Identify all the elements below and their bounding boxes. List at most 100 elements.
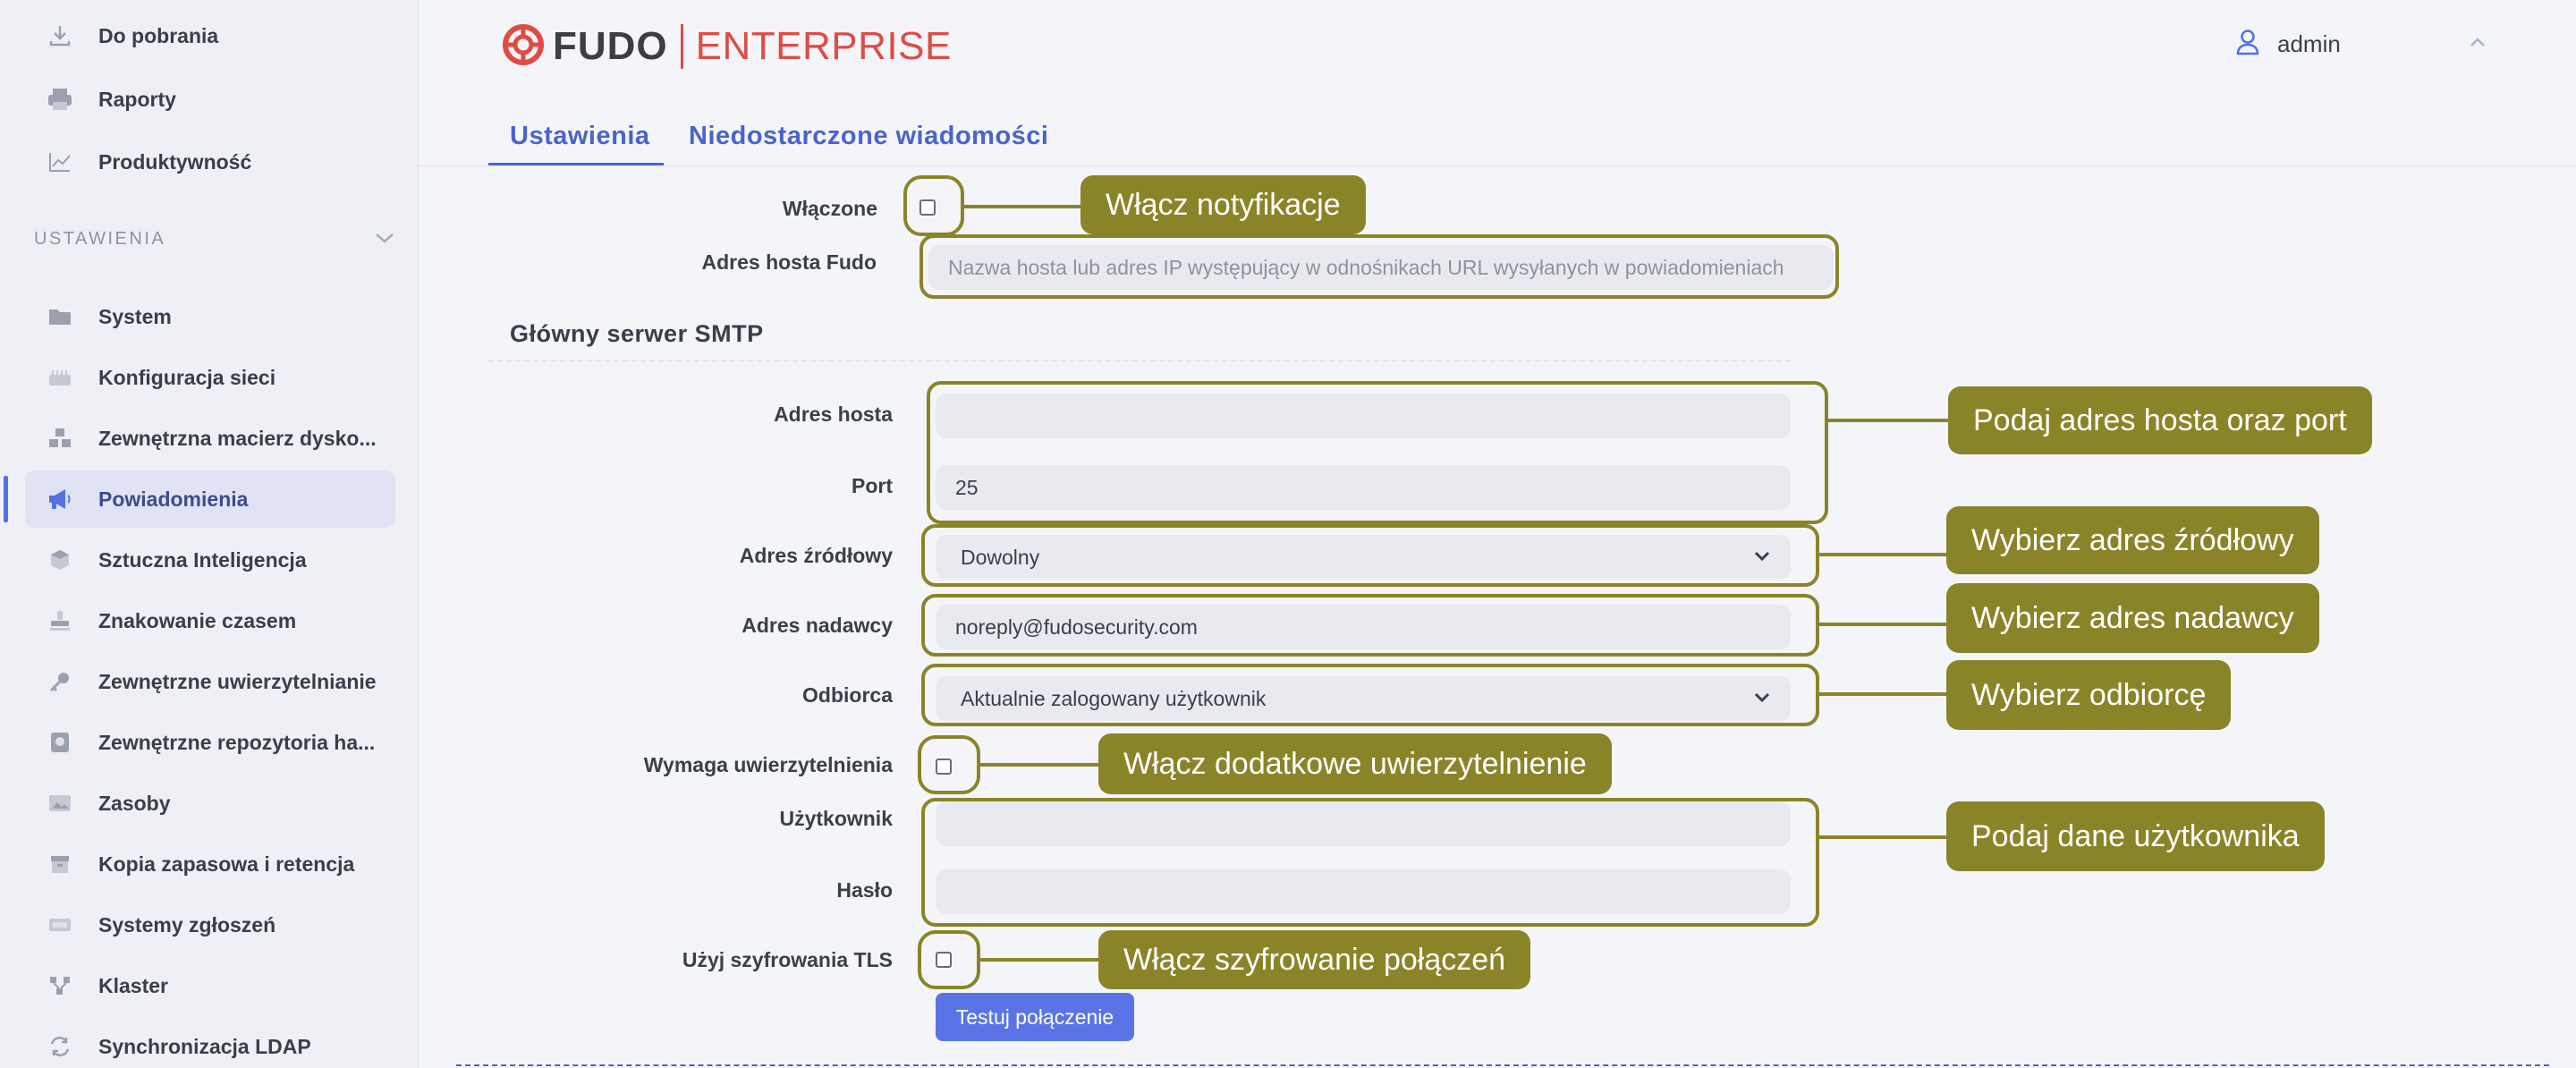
- section-divider: [488, 360, 1791, 361]
- sidebar-item-downloads[interactable]: Do pobrania: [25, 7, 395, 64]
- smtp-section-title: Główny serwer SMTP: [510, 320, 764, 347]
- image-icon: [45, 790, 75, 817]
- enabled-label: Włączone: [782, 197, 877, 220]
- key-icon: [45, 668, 75, 695]
- callout-host-port: Podaj adres hosta oraz port: [1948, 386, 2372, 454]
- storage-icon: [45, 425, 75, 452]
- highlight-credentials: [921, 798, 1819, 927]
- sidebar-item-ticket-systems[interactable]: Systemy zgłoszeń: [25, 896, 395, 954]
- callout-tls: Włącz szyfrowanie połączeń: [1098, 930, 1531, 989]
- host-label: Adres hosta: [774, 403, 893, 426]
- download-icon: [45, 22, 75, 49]
- sidebar-item-label: Klaster: [98, 973, 168, 997]
- sidebar-item-label: Do pobrania: [98, 23, 219, 47]
- sidebar-item-backup[interactable]: Kopia zapasowa i retencja: [25, 835, 395, 893]
- ai-cube-icon: [45, 547, 75, 573]
- sidebar-item-label: Zewnętrzne uwierzytelnianie: [98, 669, 377, 693]
- folder-icon: [45, 303, 75, 330]
- callout-recipient: Wybierz odbiorcę: [1946, 660, 2232, 730]
- requires-auth-label: Wymaga uwierzytelnienia: [643, 753, 893, 776]
- network-icon: [45, 364, 75, 391]
- megaphone-icon: [45, 486, 75, 513]
- highlight-sender-address: [921, 594, 1819, 657]
- sidebar-item-storage[interactable]: Zewnętrzna macierz dysko...: [25, 410, 395, 467]
- sidebar-item-label: Kopia zapasowa i retencja: [98, 852, 355, 876]
- sidebar: Do pobrania Raporty Produktywność USTAWI…: [0, 0, 419, 1068]
- sidebar-item-network[interactable]: Konfiguracja sieci: [25, 349, 395, 406]
- sidebar-item-label: Systemy zgłoszeń: [98, 912, 276, 937]
- highlight-enabled: [903, 175, 964, 236]
- highlight-recipient: [921, 664, 1819, 726]
- fudo-host-label: Adres hosta Fudo: [701, 250, 877, 274]
- sidebar-item-label: Zewnętrzne repozytoria ha...: [98, 730, 376, 754]
- sender-address-label: Adres nadawcy: [741, 614, 893, 637]
- sidebar-item-label: Produktywność: [98, 149, 252, 174]
- sidebar-item-password-vaults[interactable]: Zewnętrzne repozytoria ha...: [25, 714, 395, 771]
- callout-sender: Wybierz adres nadawcy: [1946, 583, 2319, 653]
- callout-connector: [1819, 623, 1948, 626]
- sidebar-item-timestamping[interactable]: Znakowanie czasem: [25, 592, 395, 649]
- highlight-source-address: [921, 524, 1819, 587]
- sidebar-item-system[interactable]: System: [25, 288, 395, 345]
- sidebar-item-productivity[interactable]: Produktywność: [25, 133, 395, 191]
- sidebar-item-ldap-sync[interactable]: Synchronizacja LDAP: [25, 1018, 395, 1068]
- sidebar-item-label: Konfiguracja sieci: [98, 365, 276, 389]
- user-icon: [2236, 29, 2259, 60]
- sidebar-item-ai[interactable]: Sztuczna Inteligencja: [25, 531, 395, 589]
- callout-connector: [964, 205, 1082, 208]
- user-menu[interactable]: admin: [2236, 29, 2341, 60]
- callout-source: Wybierz adres źródłowy: [1946, 506, 2319, 574]
- sidebar-item-label: Zewnętrzna macierz dysko...: [98, 426, 377, 450]
- highlight-tls: [918, 930, 980, 989]
- port-label: Port: [852, 474, 893, 497]
- callout-enable: Włącz notyfikacje: [1080, 175, 1366, 234]
- cluster-icon: [45, 972, 75, 999]
- stamp-icon: [45, 607, 75, 634]
- highlight-fudo-host: [919, 234, 1839, 299]
- username-label: Użytkownik: [779, 807, 893, 830]
- highlight-host-port: [927, 381, 1828, 524]
- callout-connector: [1819, 553, 1948, 556]
- tab-settings[interactable]: Ustawienia: [510, 122, 650, 151]
- callout-connector: [980, 958, 1100, 962]
- callout-connector: [980, 763, 1100, 767]
- tabs-divider: [419, 165, 2576, 166]
- password-label: Hasło: [836, 878, 893, 902]
- logo-enterprise-text: ENTERPRISE: [695, 24, 952, 68]
- tab-undelivered-messages[interactable]: Niedostarczone wiadomości: [689, 122, 1049, 151]
- sidebar-section-settings: USTAWIENIA: [34, 229, 166, 249]
- form-bottom-divider: [456, 1064, 2549, 1066]
- chevron-up-icon[interactable]: [2469, 36, 2487, 53]
- ticket-icon: [45, 911, 75, 938]
- tls-label: Użyj szyfrowania TLS: [682, 948, 893, 971]
- brand-logo[interactable]: FUDO ENTERPRISE: [501, 23, 952, 70]
- chart-line-icon: [45, 148, 75, 175]
- sidebar-item-resources[interactable]: Zasoby: [25, 775, 395, 832]
- sidebar-item-label: Raporty: [98, 87, 176, 111]
- sidebar-item-label: Powiadomienia: [98, 487, 249, 511]
- chevron-down-icon[interactable]: [374, 231, 395, 250]
- source-address-label: Adres źródłowy: [739, 544, 893, 567]
- callout-user: Podaj dane użytkownika: [1946, 801, 2325, 871]
- sidebar-item-label: Znakowanie czasem: [98, 608, 297, 632]
- callout-connector: [1828, 419, 1950, 422]
- sidebar-item-label: Zasoby: [98, 791, 171, 815]
- recipient-label: Odbiorca: [802, 683, 893, 707]
- callout-connector: [1819, 835, 1948, 839]
- test-connection-button[interactable]: Testuj połączenie: [936, 993, 1134, 1041]
- sync-icon: [45, 1033, 75, 1060]
- sidebar-item-notifications[interactable]: Powiadomienia: [4, 470, 395, 528]
- callout-connector: [1819, 692, 1948, 696]
- sidebar-item-label: System: [98, 304, 172, 328]
- user-name: admin: [2277, 30, 2341, 57]
- sidebar-item-cluster[interactable]: Klaster: [25, 957, 395, 1014]
- sidebar-item-label: Sztuczna Inteligencja: [98, 547, 307, 572]
- vault-icon: [45, 729, 75, 756]
- sidebar-item-reports[interactable]: Raporty: [25, 71, 395, 128]
- highlight-requires-auth: [918, 735, 980, 794]
- printer-icon: [45, 86, 75, 113]
- sidebar-item-label: Synchronizacja LDAP: [98, 1034, 311, 1058]
- callout-auth: Włącz dodatkowe uwierzytelnienie: [1098, 733, 1612, 794]
- sidebar-item-external-auth[interactable]: Zewnętrzne uwierzytelnianie: [25, 653, 395, 710]
- logo-divider: [680, 24, 683, 69]
